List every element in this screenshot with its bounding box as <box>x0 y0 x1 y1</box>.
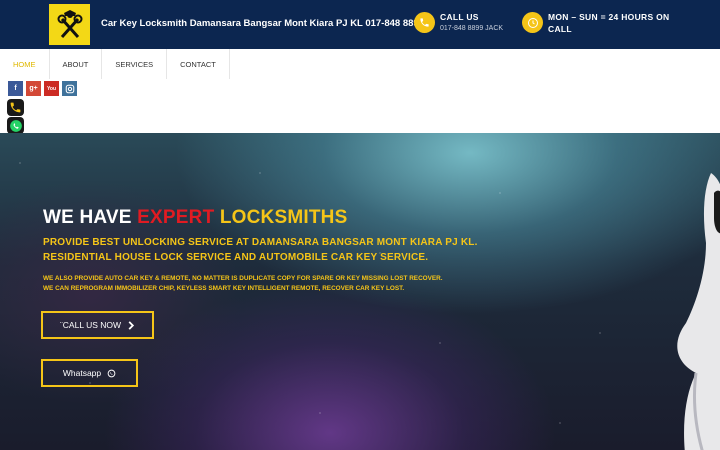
hero-section: WE HAVE EXPERT LOCKSMITHS PROVIDE BEST U… <box>0 133 720 450</box>
floating-call-button[interactable] <box>7 99 24 116</box>
headline-part-1: WE HAVE <box>43 207 138 228</box>
nav-services[interactable]: SERVICES <box>102 49 168 79</box>
subheading-line-1: PROVIDE BEST UNLOCKING SERVICE AT DAMANS… <box>43 237 478 248</box>
nav-about[interactable]: ABOUT <box>50 49 103 79</box>
social-links: f g+ You <box>8 81 77 96</box>
clock-icon <box>522 12 543 33</box>
hours-block: MON – SUN = 24 HOURS ON CALL <box>522 12 669 35</box>
facebook-icon[interactable]: f <box>8 81 23 96</box>
locksmith-photo <box>677 173 720 450</box>
nav-contact[interactable]: CONTACT <box>167 49 230 79</box>
hero-note: WE ALSO PROVIDE AUTO CAR KEY & REMOTE, N… <box>43 274 443 294</box>
call-us-heading: CALL US <box>440 12 479 22</box>
note-line-1: WE ALSO PROVIDE AUTO CAR KEY & REMOTE, N… <box>43 275 443 282</box>
call-us-block[interactable]: CALL US 017-848 8899 JACK <box>414 12 503 35</box>
whatsapp-button[interactable]: Whatsapp <box>41 359 138 387</box>
headline-part-3: LOCKSMITHS <box>214 207 348 228</box>
call-us-number: 017-848 8899 JACK <box>440 25 504 32</box>
site-title[interactable]: Car Key Locksmith Damansara Bangsar Mont… <box>101 18 424 29</box>
crossed-keys-icon <box>57 9 82 38</box>
nav-home[interactable]: HOME <box>0 49 50 79</box>
instagram-icon[interactable] <box>62 81 77 96</box>
phone-icon <box>414 12 435 33</box>
top-header: Car Key Locksmith Damansara Bangsar Mont… <box>0 0 720 49</box>
whatsapp-icon <box>9 119 22 132</box>
hours-line-1: MON – SUN = 24 HOURS ON <box>548 12 670 22</box>
hero-headline: WE HAVE EXPERT LOCKSMITHS <box>43 207 347 229</box>
chevron-right-icon <box>127 320 135 330</box>
whatsapp-label: Whatsapp <box>62 368 102 378</box>
subheading-line-2: RESIDENTIAL HOUSE LOCK SERVICE AND AUTOM… <box>43 252 429 263</box>
whatsapp-icon <box>107 369 116 378</box>
hours-line-2: CALL <box>548 24 572 34</box>
note-line-2: WE CAN REPROGRAM IMMOBILIZER CHIP, KEYLE… <box>43 285 405 292</box>
youtube-icon[interactable]: You <box>44 81 59 96</box>
google-plus-icon[interactable]: g+ <box>26 81 41 96</box>
main-nav: HOME ABOUT SERVICES CONTACT <box>0 49 230 79</box>
phone-icon <box>10 102 21 113</box>
hero-subheading: PROVIDE BEST UNLOCKING SERVICE AT DAMANS… <box>43 235 478 265</box>
headline-expert: EXPERT <box>137 207 215 228</box>
call-us-now-label: ¨CALL US NOW <box>59 320 122 330</box>
logo[interactable] <box>49 4 90 45</box>
call-us-now-button[interactable]: ¨CALL US NOW <box>41 311 154 339</box>
floating-whatsapp-button[interactable] <box>7 117 24 134</box>
